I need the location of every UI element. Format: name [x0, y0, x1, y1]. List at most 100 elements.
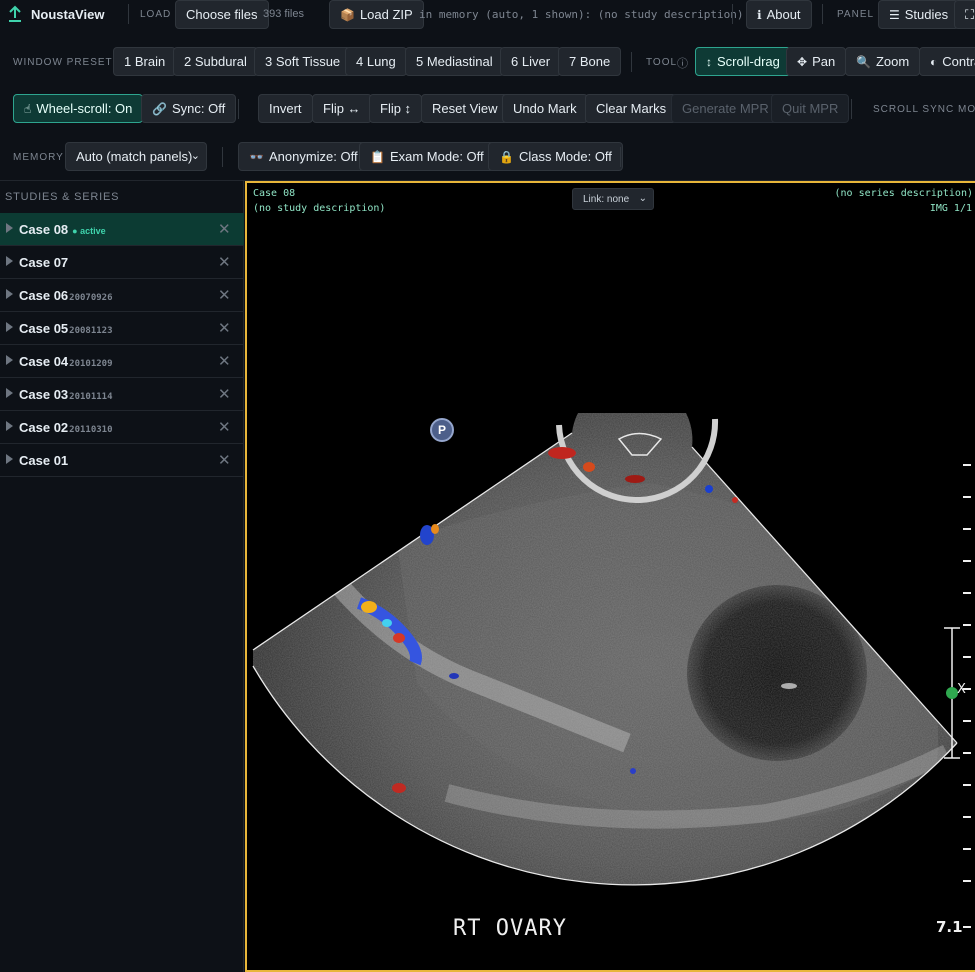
studies-button[interactable]: ☰ Studies — [878, 0, 960, 29]
link-select[interactable]: Link: none ⌄ — [572, 188, 654, 210]
close-icon[interactable]: ✕ — [218, 352, 231, 370]
wheel-scroll-label: Wheel-scroll: On — [36, 101, 133, 116]
active-tag-label: active — [80, 226, 106, 236]
menu-icon: ☰ — [889, 7, 900, 22]
preset-subdural-button[interactable]: 2 Subdural — [173, 47, 258, 76]
close-icon[interactable]: ✕ — [218, 253, 231, 271]
exam-mode-toggle[interactable]: 📋 Exam Mode: Off — [359, 142, 495, 171]
image-viewport[interactable]: X Case 08 (no study description) (no ser… — [245, 181, 975, 972]
series-item-case-02[interactable]: Case 0220110310 ✕ — [0, 411, 244, 444]
close-icon[interactable]: ✕ — [218, 220, 231, 238]
preset-lung-button[interactable]: 4 Lung — [345, 47, 407, 76]
preset-bar: WINDOW PRESETS 1 Brain 2 Subdural 3 Soft… — [0, 47, 975, 77]
series-name: Case 01 — [19, 453, 69, 468]
wheel-scroll-toggle[interactable]: ☝ Wheel-scroll: On — [13, 94, 144, 123]
quit-mpr-button[interactable]: Quit MPR — [771, 94, 850, 123]
anonymize-toggle[interactable]: 👓 Anonymize: Off — [238, 142, 369, 171]
scroll-drag-label: Scroll-drag — [717, 54, 780, 69]
panel-label: PANEL — [837, 9, 875, 20]
series-name: Case 07 — [19, 255, 69, 270]
about-label: About — [766, 7, 801, 22]
close-icon[interactable]: ✕ — [218, 319, 231, 337]
class-mode-toggle[interactable]: 🔒 Class Mode: Off — [488, 142, 623, 171]
preset-bone-button[interactable]: 7 Bone — [558, 47, 622, 76]
app-title: NoustaView — [31, 7, 105, 22]
sidebar-title: STUDIES & SERIES — [5, 191, 120, 203]
overlay-study-description: (no study description) — [253, 203, 386, 214]
series-item-case-08[interactable]: Case 08 ● active ✕ — [0, 213, 244, 246]
divider — [222, 147, 223, 167]
flip-vertical-button[interactable]: Flip ↕ — [369, 94, 423, 123]
close-icon[interactable]: ✕ — [218, 451, 231, 469]
load-zip-button[interactable]: 📦 Load ZIP — [329, 0, 424, 29]
top-bar: NoustaView LOAD Choose files 393 files 📦… — [0, 0, 975, 29]
about-button[interactable]: ℹ About — [746, 0, 812, 29]
divider — [631, 52, 632, 72]
undo-mark-button[interactable]: Undo Mark — [502, 94, 588, 123]
series-name: Case 04 — [19, 354, 69, 369]
generate-mpr-button[interactable]: Generate MPR — [671, 94, 780, 123]
hand-pointer-icon: ☝ — [24, 101, 32, 116]
expand-caret-icon[interactable] — [6, 223, 13, 233]
pan-tool-button[interactable]: ✥ Pan — [786, 47, 847, 76]
package-icon: 📦 — [340, 7, 355, 22]
expand-icon: ⛶ — [965, 6, 975, 22]
caliper-label: X — [957, 682, 966, 697]
series-item-case-07[interactable]: Case 07 ✕ — [0, 246, 244, 279]
preset-soft-tissue-button[interactable]: 3 Soft Tissue — [254, 47, 352, 76]
preset-brain-button[interactable]: 1 Brain — [113, 47, 177, 76]
clear-marks-button[interactable]: Clear Marks — [585, 94, 678, 123]
series-name: Case 06 — [19, 288, 69, 303]
contrast-label: Contrast — [942, 54, 975, 69]
reset-view-button[interactable]: Reset View — [421, 94, 509, 123]
memory-select[interactable]: Auto (match panels) ⌄ — [65, 142, 207, 171]
overlay-series-description: (no series description) — [834, 188, 973, 199]
close-icon[interactable]: ✕ — [218, 385, 231, 403]
series-item-case-06[interactable]: Case 0620070926 ✕ — [0, 279, 244, 312]
sync-label: Sync: Off — [171, 101, 226, 116]
file-count: 393 files — [263, 8, 304, 20]
studies-sidebar: STUDIES & SERIES Case 08 ● active ✕ Case … — [0, 181, 244, 972]
load-zip-label: Load ZIP — [359, 7, 413, 22]
series-item-case-05[interactable]: Case 0520081123 ✕ — [0, 312, 244, 345]
expand-caret-icon[interactable] — [6, 256, 13, 266]
ultrasound-image[interactable]: X — [247, 183, 975, 972]
expand-caret-icon[interactable] — [6, 322, 13, 332]
expand-caret-icon[interactable] — [6, 289, 13, 299]
studies-label: Studies — [904, 7, 949, 22]
series-date: 20070926 — [69, 293, 113, 303]
chevron-down-icon: ⌄ — [638, 193, 647, 204]
memory-select-value: Auto (match panels) — [76, 149, 193, 164]
flip-horizontal-button[interactable]: Flip ↔ — [312, 94, 372, 123]
expand-caret-icon[interactable] — [6, 421, 13, 431]
expand-caret-icon[interactable] — [6, 355, 13, 365]
move-icon: ✥ — [797, 54, 808, 69]
load-status: in memory (auto, 1 shown): (no study des… — [419, 8, 744, 21]
scroll-drag-tool-button[interactable]: ↕ Scroll-drag — [695, 47, 791, 76]
lock-icon: 🔒 — [499, 149, 514, 164]
series-item-case-04[interactable]: Case 0420101209 ✕ — [0, 345, 244, 378]
choose-files-button[interactable]: Choose files — [175, 0, 269, 29]
magnifier-icon: 🔍 — [856, 54, 871, 69]
zoom-tool-button[interactable]: 🔍 Zoom — [845, 47, 921, 76]
divider — [732, 4, 733, 24]
fullscreen-button[interactable]: ⛶ — [954, 0, 975, 29]
preset-liver-button[interactable]: 6 Liver — [500, 47, 562, 76]
expand-caret-icon[interactable] — [6, 388, 13, 398]
active-tag: ● active — [72, 226, 106, 236]
load-label: LOAD — [140, 9, 172, 20]
close-icon[interactable]: ✕ — [218, 286, 231, 304]
glasses-icon: 👓 — [249, 149, 264, 164]
series-name: Case 05 — [19, 321, 69, 336]
divider — [620, 147, 621, 167]
contrast-tool-button[interactable]: ◐ Contrast — [919, 47, 975, 76]
preset-mediastinal-button[interactable]: 5 Mediastinal — [405, 47, 504, 76]
invert-button[interactable]: Invert — [258, 94, 313, 123]
series-item-case-01[interactable]: Case 01 ✕ — [0, 444, 244, 477]
expand-caret-icon[interactable] — [6, 454, 13, 464]
series-item-case-03[interactable]: Case 0320101114 ✕ — [0, 378, 244, 411]
sync-toggle[interactable]: 🔗 Sync: Off — [141, 94, 237, 123]
settings-bar: MEMORY Auto (match panels) ⌄ 👓 Anonymize:… — [0, 141, 975, 173]
overlay-image-index: IMG 1/1 — [929, 203, 972, 214]
close-icon[interactable]: ✕ — [218, 418, 231, 436]
